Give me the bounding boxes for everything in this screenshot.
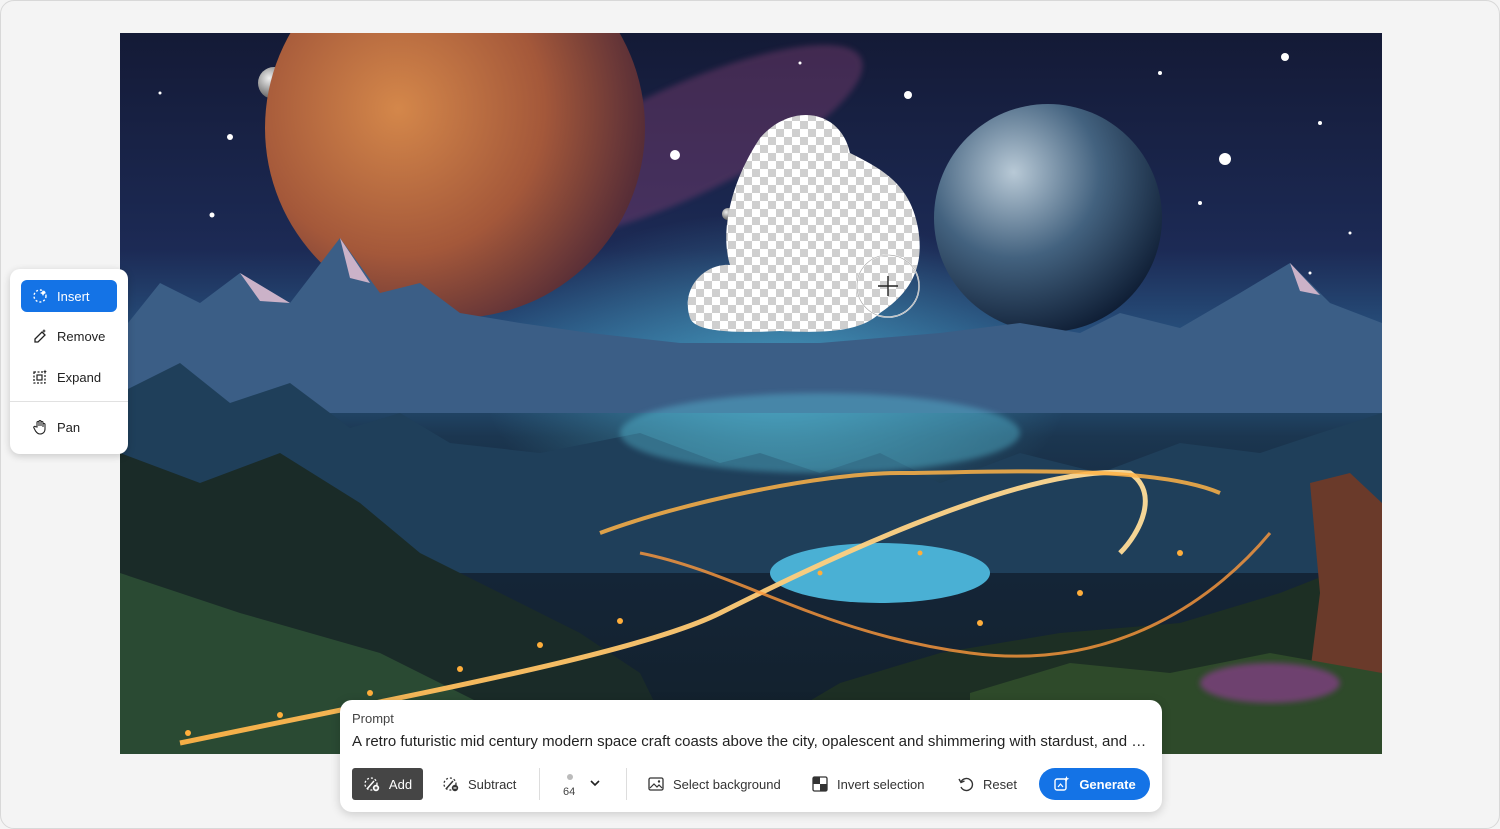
tool-expand-label: Expand (57, 369, 102, 385)
prompt-bar: Prompt A retro futuristic mid century mo… (340, 700, 1162, 812)
tool-pan[interactable]: Pan (21, 411, 117, 443)
tool-expand[interactable]: Expand (21, 361, 117, 393)
add-button[interactable]: Add (352, 768, 423, 800)
add-label: Add (388, 776, 413, 792)
brush-size-dropdown[interactable]: 64 (555, 770, 600, 800)
generate-button[interactable]: Generate (1039, 768, 1150, 800)
expand-icon (31, 368, 49, 386)
reset-label: Reset (983, 776, 1017, 792)
select-background-button[interactable]: Select background (647, 768, 781, 800)
invert-selection-button[interactable]: Invert selection (811, 768, 924, 800)
tool-insert-label: Insert (57, 288, 90, 304)
reset-button[interactable]: Reset (957, 768, 1017, 800)
generate-icon (1053, 775, 1071, 793)
tool-pan-label: Pan (57, 419, 81, 435)
scene-illustration (120, 33, 1382, 754)
tools-divider (10, 401, 128, 402)
image-icon (647, 775, 665, 793)
toolbar-divider (626, 768, 627, 800)
reset-icon (957, 775, 975, 793)
generate-label: Generate (1079, 776, 1136, 792)
remove-icon (31, 327, 49, 345)
prompt-label: Prompt (352, 711, 394, 726)
insert-icon (31, 287, 49, 305)
image-canvas[interactable] (120, 33, 1382, 754)
tool-remove-label: Remove (57, 328, 106, 344)
tools-panel: Insert Remove Expand Pan (10, 269, 128, 454)
prompt-input[interactable]: A retro futuristic mid century modern sp… (352, 733, 1152, 750)
subtract-selection-icon (442, 775, 460, 793)
invert-selection-label: Invert selection (837, 776, 925, 792)
tool-insert[interactable]: Insert (21, 280, 117, 312)
hand-icon (31, 418, 49, 436)
select-background-label: Select background (673, 776, 781, 792)
tool-remove[interactable]: Remove (21, 320, 117, 352)
toolbar-divider (539, 768, 540, 800)
subtract-button[interactable]: Subtract (442, 768, 516, 800)
subtract-label: Subtract (468, 776, 517, 792)
brush-dot-icon (567, 774, 573, 780)
brush-size-value: 64 (563, 786, 576, 798)
chevron-down-icon (589, 776, 601, 794)
add-selection-icon (363, 775, 381, 793)
invert-selection-icon (811, 775, 829, 793)
